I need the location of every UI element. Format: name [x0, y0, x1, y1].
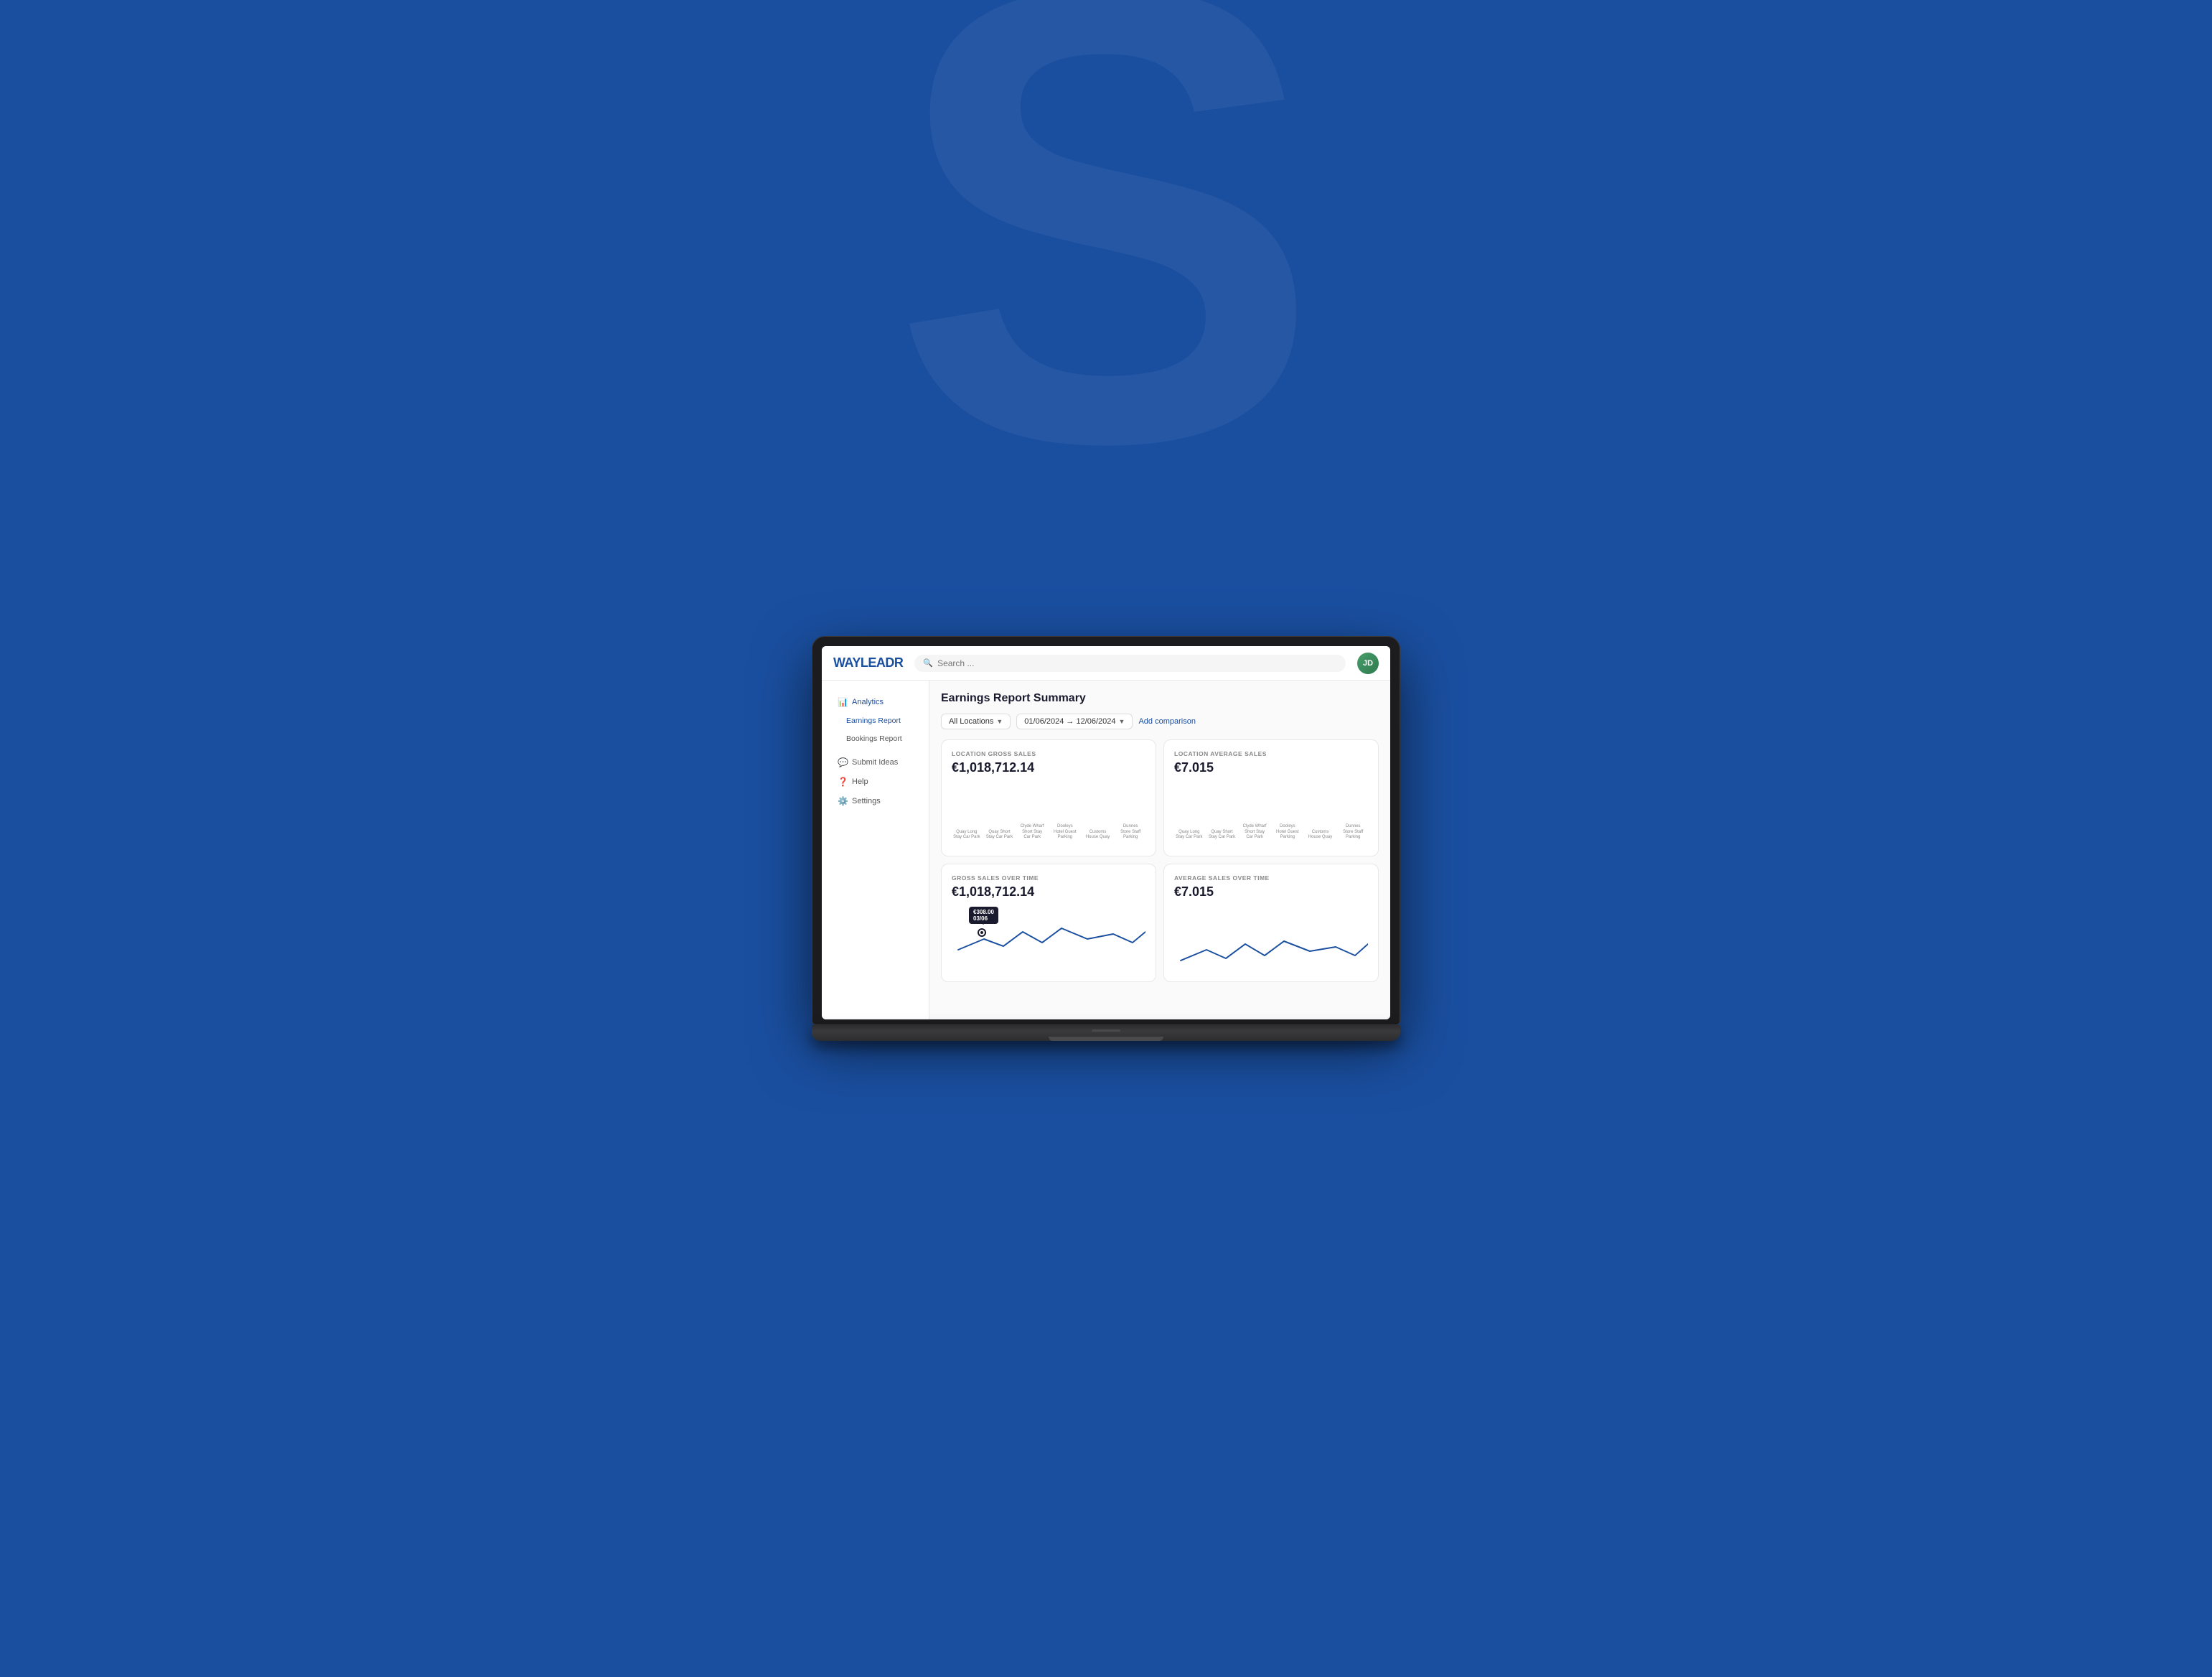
main-content: Earnings Report Summary All Locations ▼ … [929, 681, 1390, 1019]
chart-location-gross-sales: LOCATION GROSS SALES €1,018,712.14 Quay … [941, 739, 1156, 856]
filter-date-button[interactable]: 01/06/2024 → 12/06/2024 ▼ [1016, 714, 1133, 729]
add-comparison-button[interactable]: Add comparison [1138, 717, 1196, 726]
bar-group-4: DooleysHotel GuestParking [1050, 823, 1080, 840]
search-input[interactable] [937, 658, 1049, 668]
analytics-icon: 📊 [838, 697, 848, 707]
sidebar-section-analytics: 📊 Analytics Earnings Report Bookings Rep… [822, 693, 929, 747]
sidebar: 📊 Analytics Earnings Report Bookings Rep… [822, 681, 929, 1019]
screen-bezel: WAYLEADR 🔍 JD 📊 Analytics [812, 636, 1400, 1025]
bar-group-6: DunnesStore StaffParking [1115, 823, 1145, 840]
avatar[interactable]: JD [1357, 653, 1379, 674]
help-icon: ❓ [838, 777, 848, 787]
charts-grid: LOCATION GROSS SALES €1,018,712.14 Quay … [941, 739, 1379, 982]
line-chart-avg [1174, 907, 1368, 971]
search-icon: 🔍 [923, 658, 933, 668]
sidebar-item-analytics[interactable]: 📊 Analytics [826, 693, 924, 711]
bar-chart-gross: Quay LongStay Car Park Quay ShortStay Ca… [952, 783, 1145, 840]
app-layout: 📊 Analytics Earnings Report Bookings Rep… [822, 681, 1390, 1019]
sidebar-item-earnings-report[interactable]: Earnings Report [826, 712, 924, 729]
bar-group-5: CustomsHouse Quay [1083, 828, 1113, 840]
chart-location-avg-sales: LOCATION AVERAGE SALES €7.015 Quay LongS… [1163, 739, 1379, 856]
bar-avg-6: DunnesStore StaffParking [1338, 823, 1368, 840]
bar-avg-1: Quay LongStay Car Park [1174, 828, 1204, 840]
sidebar-item-help[interactable]: ❓ Help [826, 772, 924, 791]
line-chart-gross: €308.0003/06 [952, 907, 1145, 971]
bar-group-1: Quay LongStay Car Park [952, 828, 982, 840]
sidebar-item-bookings-report[interactable]: Bookings Report [826, 730, 924, 747]
laptop-hinge [1092, 1029, 1120, 1032]
laptop-base [812, 1025, 1400, 1041]
app-header: WAYLEADR 🔍 JD [822, 646, 1390, 681]
line-chart-svg-avg [1174, 921, 1368, 978]
bar-avg-2: Quay ShortStay Car Park [1207, 828, 1237, 840]
chevron-down-icon: ▼ [1119, 718, 1125, 725]
chart-tooltip: €308.0003/06 [969, 907, 998, 924]
chart-avg-sales-over-time: AVERAGE SALES OVER TIME €7.015 [1163, 864, 1379, 982]
sidebar-item-submit-ideas[interactable]: 💬 Submit Ideas [826, 753, 924, 772]
bar-group-3: Clyde WharfShort StayCar Park [1017, 823, 1047, 840]
search-bar[interactable]: 🔍 [914, 655, 1346, 672]
page-title: Earnings Report Summary [941, 692, 1379, 705]
filter-locations-button[interactable]: All Locations ▼ [941, 714, 1011, 729]
submit-ideas-icon: 💬 [838, 757, 848, 767]
bar-avg-5: CustomsHouse Quay [1306, 828, 1336, 840]
sidebar-item-settings[interactable]: ⚙️ Settings [826, 792, 924, 811]
settings-icon: ⚙️ [838, 796, 848, 806]
screen: WAYLEADR 🔍 JD 📊 Analytics [822, 646, 1390, 1019]
sidebar-section-misc: 💬 Submit Ideas ❓ Help ⚙️ Settings [822, 753, 929, 811]
bar-avg-3: Clyde WharfShort StayCar Park [1239, 823, 1270, 840]
tooltip-dot [979, 930, 985, 935]
bar-chart-avg: Quay LongStay Car Park Quay ShortStay Ca… [1174, 783, 1368, 840]
filters-row: All Locations ▼ 01/06/2024 → 12/06/2024 … [941, 714, 1379, 729]
bar-avg-4: DooleysHotel GuestParking [1273, 823, 1303, 840]
app-logo: WAYLEADR [833, 655, 903, 671]
bar-group-2: Quay ShortStay Car Park [985, 828, 1015, 840]
laptop-wrapper: WAYLEADR 🔍 JD 📊 Analytics [812, 636, 1400, 1041]
chart-gross-sales-over-time: GROSS SALES OVER TIME €1,018,712.14 €308… [941, 864, 1156, 982]
chevron-down-icon: ▼ [996, 718, 1003, 725]
